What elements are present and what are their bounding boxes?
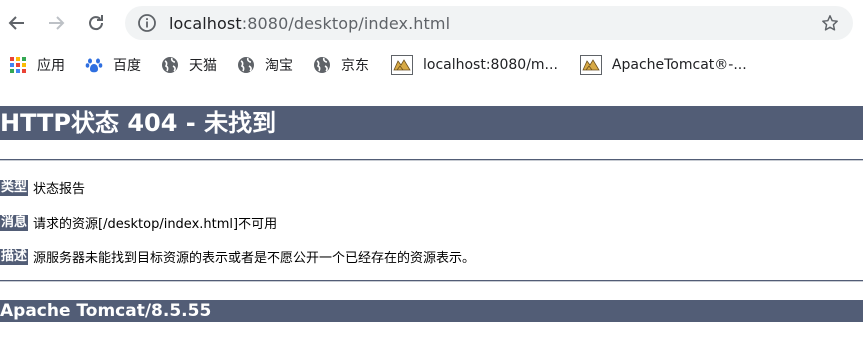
description-label: 描述 <box>0 248 29 265</box>
forward-button[interactable] <box>40 7 72 39</box>
baidu-paw-icon <box>85 56 103 74</box>
reload-icon <box>89 15 104 31</box>
tomcat-icon <box>391 55 413 75</box>
bookmark-label: ApacheTomcat®-... <box>611 57 747 73</box>
bookmark-label: 淘宝 <box>265 58 293 74</box>
browser-toolbar: localhost:8080/desktop/index.html <box>0 0 863 46</box>
forward-arrow-icon <box>49 16 65 30</box>
reload-button[interactable] <box>80 7 112 39</box>
url-host: localhost <box>169 13 242 33</box>
bookmark-label: 京东 <box>341 58 369 74</box>
bookmark-tmall[interactable]: 天猫 <box>161 55 217 75</box>
page-title: HTTP状态 404 - 未找到 <box>0 106 863 140</box>
bookmark-label: localhost:8080/m... <box>423 57 558 73</box>
url-text[interactable]: localhost:8080/desktop/index.html <box>169 14 450 33</box>
bookmark-label: 天猫 <box>189 58 217 74</box>
type-label: 类型 <box>0 179 29 196</box>
message-row: 消息 请求的资源[/desktop/index.html]不可用 <box>0 213 277 232</box>
bookmark-baidu[interactable]: 百度 <box>85 55 141 75</box>
type-value: 状态报告 <box>33 182 86 197</box>
globe-icon <box>161 56 179 74</box>
description-row: 描述 源服务器未能找到目标资源的表示或者是不愿公开一个已经存在的资源表示。 <box>0 247 475 266</box>
tomcat-icon <box>579 55 602 75</box>
url-path: :8080/desktop/index.html <box>241 13 451 33</box>
bookmark-label: 百度 <box>113 58 141 74</box>
bookmark-taobao[interactable]: 淘宝 <box>237 55 293 75</box>
message-label: 消息 <box>0 214 29 231</box>
globe-icon <box>237 56 255 74</box>
bookmark-apache-tomcat[interactable]: ApacheTomcat®-... <box>579 55 747 75</box>
bookmark-apps[interactable]: 应用 <box>9 55 65 75</box>
description-value: 源服务器未能找到目标资源的表示或者是不愿公开一个已经存在的资源表示。 <box>33 251 476 266</box>
message-value: 请求的资源[/desktop/index.html]不可用 <box>33 217 278 232</box>
divider <box>0 159 863 161</box>
back-button[interactable] <box>1 7 33 39</box>
bookmark-star-icon[interactable] <box>821 14 839 32</box>
bookmark-label: 应用 <box>37 58 65 74</box>
server-footer: Apache Tomcat/8.5.55 <box>0 300 863 322</box>
info-icon[interactable] <box>137 13 157 33</box>
globe-icon <box>313 56 331 74</box>
bookmark-localhost[interactable]: localhost:8080/m... <box>391 55 558 75</box>
back-arrow-icon <box>8 16 24 30</box>
bookmarks-bar: 应用 百度 天猫 淘宝 京东 localhost:8080/m... Apach… <box>0 48 863 82</box>
apps-grid-icon <box>9 56 27 74</box>
bookmark-jd[interactable]: 京东 <box>313 55 369 75</box>
address-bar[interactable]: localhost:8080/desktop/index.html <box>125 6 853 40</box>
type-row: 类型 状态报告 <box>0 178 85 197</box>
divider <box>0 280 863 282</box>
